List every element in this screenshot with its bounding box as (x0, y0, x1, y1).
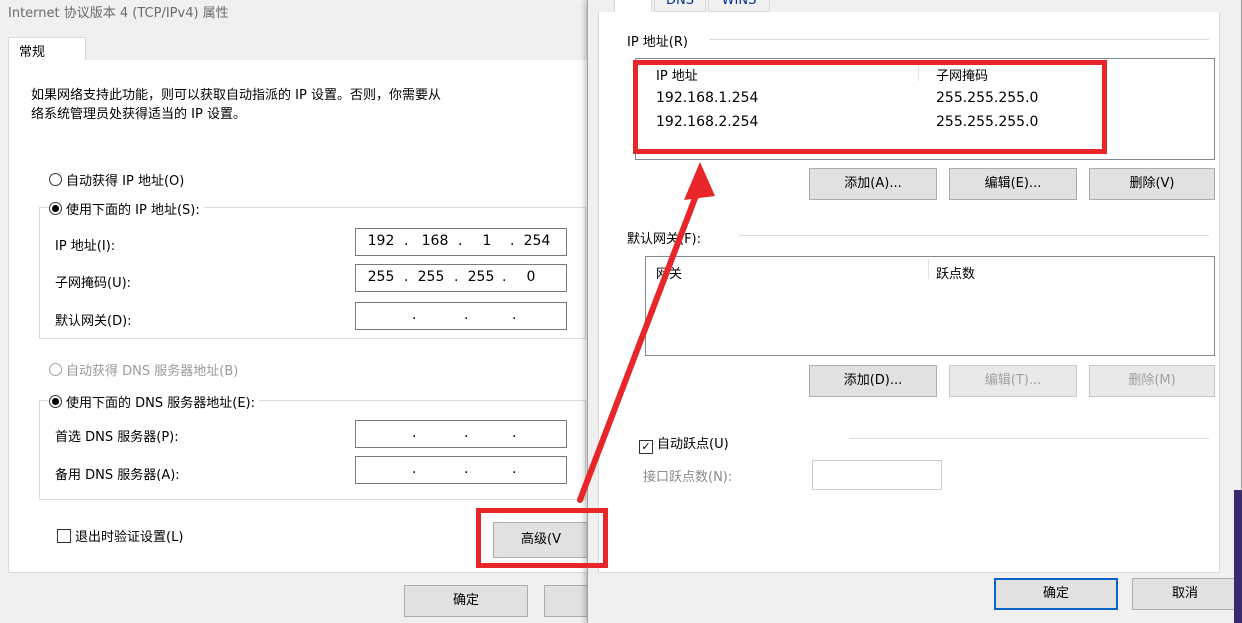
annotation-arrow (577, 162, 715, 503)
arrow-shaft (577, 182, 703, 503)
arrow-head (684, 162, 715, 200)
screen-edge-accent (1234, 490, 1242, 623)
